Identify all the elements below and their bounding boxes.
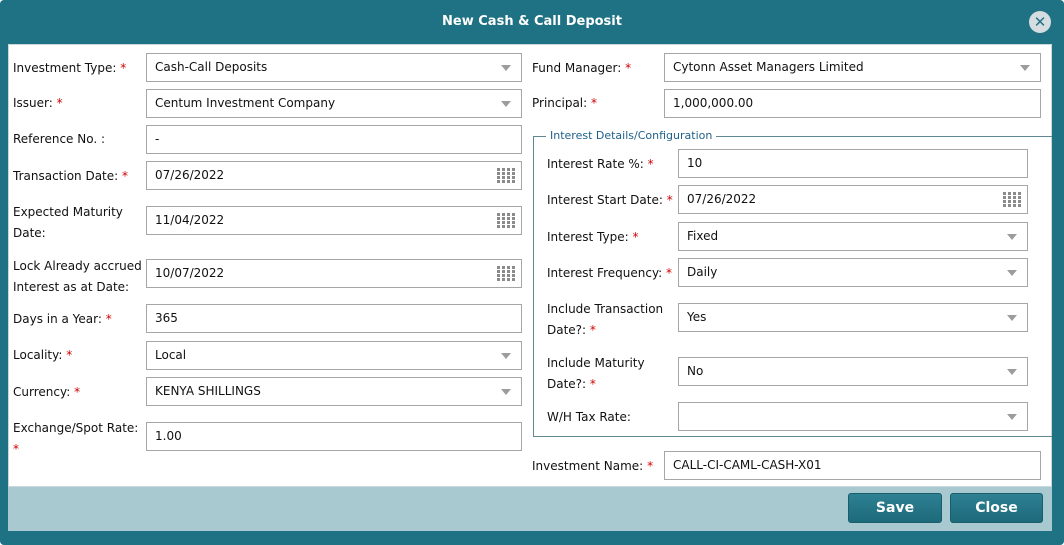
days-in-year-label: Days in a Year: * [13,312,112,326]
interest-start-date-label: Interest Start Date: * [547,193,673,207]
calendar-icon[interactable] [497,168,515,183]
transaction-date-label: Transaction Date: * [13,169,129,183]
calendar-icon[interactable] [1003,192,1021,207]
wh-tax-rate-label: W/H Tax Rate: [547,410,631,424]
principal-input[interactable]: 1,000,000.00 [664,89,1041,118]
fund-manager-select[interactable]: Cytonn Asset Managers Limited [664,53,1041,82]
investment-name-input[interactable]: CALL-CI-CAML-CASH-X01 [664,451,1041,480]
include-maturity-date-label: Include Maturity Date?: * [547,356,645,391]
interest-rate-input[interactable]: 10 [678,149,1028,178]
investment-name-label: Investment Name: * [532,459,654,473]
include-transaction-date-label: Include Transaction Date?: * [547,302,664,337]
issuer-select[interactable]: Centum Investment Company [146,89,522,118]
investment-type-label: Investment Type: * [13,61,127,75]
interest-type-label: Interest Type: * [547,230,639,244]
interest-rate-label: Interest Rate %: * [547,157,654,171]
close-circle-icon[interactable]: ✕ [1029,11,1051,33]
include-maturity-date-select[interactable]: No [678,357,1028,386]
expected-maturity-date-input[interactable]: 11/04/2022 [146,206,522,235]
exchange-rate-label: Exchange/Spot Rate: * [13,421,139,456]
lock-accrued-interest-label: Lock Already accrued Interest as at Date: [13,259,142,294]
calendar-icon[interactable] [497,213,515,228]
dialog-titlebar: New Cash & Call Deposit [0,0,1064,44]
currency-label: Currency: * [13,385,81,399]
reference-no-label: Reference No. : [13,132,106,146]
dialog-footer: Save Close [8,487,1052,531]
currency-select[interactable]: KENYA SHILLINGS [146,377,522,406]
expected-maturity-date-label: Expected Maturity Date: [13,205,123,240]
wh-tax-rate-select[interactable] [678,402,1028,431]
investment-type-select[interactable]: Cash-Call Deposits [146,53,522,82]
exchange-rate-input[interactable]: 1.00 [146,422,522,451]
days-in-year-input[interactable]: 365 [146,304,522,333]
fund-manager-label: Fund Manager: * [532,61,632,75]
issuer-label: Issuer: * [13,96,63,110]
principal-label: Principal: * [532,96,598,110]
lock-accrued-interest-date-input[interactable]: 10/07/2022 [146,259,522,288]
interest-frequency-select[interactable]: Daily [678,258,1028,287]
interest-details-fieldset: Interest Details/Configuration Interest … [533,129,1052,437]
include-transaction-date-select[interactable]: Yes [678,303,1028,332]
dialog-body: Investment Type: * Cash-Call Deposits Is… [8,44,1052,487]
transaction-date-input[interactable]: 07/26/2022 [146,161,522,190]
interest-details-legend: Interest Details/Configuration [546,129,717,143]
locality-label: Locality: * [13,348,73,362]
close-button[interactable]: Close [950,493,1043,523]
new-cash-call-deposit-dialog: New Cash & Call Deposit ✕ Investment Typ… [0,0,1064,545]
interest-type-select[interactable]: Fixed [678,222,1028,251]
locality-select[interactable]: Local [146,341,522,370]
reference-no-input[interactable]: - [146,125,522,154]
dialog-title: New Cash & Call Deposit [442,14,622,29]
interest-frequency-label: Interest Frequency: * [547,266,673,280]
save-button[interactable]: Save [848,493,942,523]
interest-start-date-input[interactable]: 07/26/2022 [678,185,1028,214]
calendar-icon[interactable] [497,266,515,281]
